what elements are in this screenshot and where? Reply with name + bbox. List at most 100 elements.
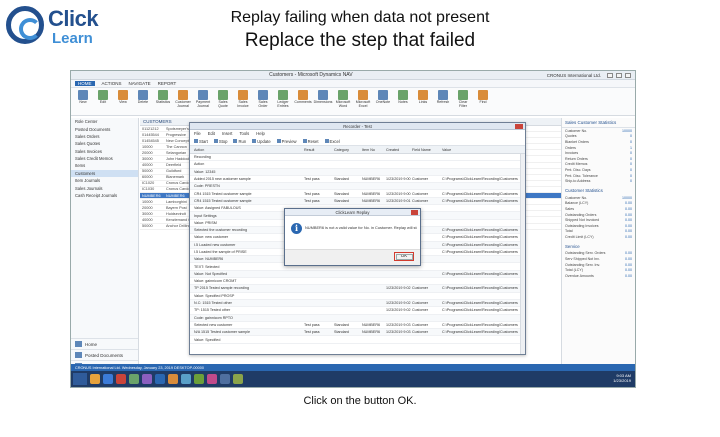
factbox-value[interactable]: 0: [630, 174, 632, 178]
factbox-value[interactable]: 0: [630, 140, 632, 144]
recorder-column-header-cell[interactable]: Category: [334, 148, 362, 152]
recorder-reset-button[interactable]: Reset: [303, 139, 319, 144]
powerpoint-icon[interactable]: [168, 374, 178, 384]
recorder-step-row[interactable]: Code: PRESTN: [190, 183, 525, 191]
ribbon-onenote-button[interactable]: OneNote: [375, 90, 391, 105]
factbox-row[interactable]: Outstanding Serv. Orders 0.00: [562, 251, 635, 257]
factbox-value[interactable]: 0.00: [625, 274, 632, 278]
factbox-row[interactable]: Serv Shipped Not Inv. 0.00: [562, 256, 635, 262]
factbox-value[interactable]: 0: [630, 157, 632, 161]
factbox-value[interactable]: 10000: [622, 196, 632, 200]
ribbon-sales-order-button[interactable]: Sales Order: [255, 90, 271, 108]
recorder-update-button[interactable]: Update: [252, 139, 271, 144]
recorder-menu-tools[interactable]: Tools: [239, 131, 249, 136]
excel-icon[interactable]: [129, 374, 139, 384]
recorder-close-icon[interactable]: [515, 124, 523, 129]
ribbon-customer-journal-button[interactable]: Customer Journal: [175, 90, 191, 108]
nav-item-sales-credit-memos[interactable]: Sales Credit Memos: [71, 155, 138, 162]
dialog-close-icon[interactable]: [411, 210, 418, 215]
factbox-row[interactable]: Shipped Not Invoiced 0.00: [562, 217, 635, 223]
menu-home[interactable]: HOME: [75, 81, 95, 86]
explorer-icon[interactable]: [90, 374, 100, 384]
factbox-value[interactable]: 0.00: [625, 235, 632, 239]
recorder-preview-button[interactable]: Preview: [277, 139, 297, 144]
factbox-value[interactable]: 0.00: [625, 213, 632, 217]
factbox-value[interactable]: 0.00: [625, 268, 632, 272]
nav-item-customers[interactable]: Customers: [71, 169, 138, 177]
recorder-column-header-cell[interactable]: Result: [304, 148, 334, 152]
factbox-value[interactable]: 0.00: [625, 218, 632, 222]
maximize-icon[interactable]: [616, 72, 622, 78]
recorder-column-header-cell[interactable]: Item No: [362, 148, 386, 152]
ribbon-comments-button[interactable]: Comments: [294, 90, 312, 105]
word-icon[interactable]: [155, 374, 165, 384]
recorder-start-button[interactable]: Start: [194, 139, 208, 144]
ribbon-dimensions-button[interactable]: Dimensions: [314, 90, 332, 105]
menu-actions[interactable]: ACTIONS: [102, 81, 122, 86]
factbox-value[interactable]: 0.00: [625, 257, 632, 261]
nav-client-icon[interactable]: [194, 374, 204, 384]
ribbon-refresh-button[interactable]: Refresh: [435, 90, 451, 105]
recorder-run-button[interactable]: Run: [233, 139, 246, 144]
recorder-step-row[interactable]: N/A 1515 Tested customer sample Test pass…: [190, 329, 525, 337]
recorder-step-row[interactable]: Value: Specified: [190, 336, 525, 344]
ribbon-find-button[interactable]: Find: [475, 90, 491, 105]
menu-navigate[interactable]: NAVIGATE: [129, 81, 151, 86]
nav-item-sales-journals[interactable]: Sales Journals: [71, 184, 138, 191]
factbox-value[interactable]: 0: [630, 179, 632, 183]
ok-button[interactable]: OK: [394, 252, 414, 261]
ribbon-edit-button[interactable]: Edit: [95, 90, 111, 105]
close-icon[interactable]: [625, 72, 631, 78]
recorder-step-row[interactable]: Code: gainnicom RPTO: [190, 314, 525, 322]
factbox-row[interactable]: Outstanding Invoices 0.00: [562, 223, 635, 229]
nav-bottom-posted-documents[interactable]: Posted Documents: [71, 349, 138, 360]
ribbon-statistics-button[interactable]: Statistics: [155, 90, 171, 105]
nav-item-item-journals[interactable]: Item Journals: [71, 177, 138, 184]
factbox-value[interactable]: 0.00: [625, 251, 632, 255]
nav-item-role-center[interactable]: Role Center: [71, 118, 138, 125]
ribbon-new-button[interactable]: New: [75, 90, 91, 105]
recorder-icon[interactable]: [207, 374, 217, 384]
ribbon-ledger-entries-button[interactable]: Ledger Entries: [275, 90, 291, 108]
recorder-menu-insert[interactable]: Insert: [222, 131, 232, 136]
ribbon-microsoft-word-button[interactable]: Microsoft Word: [335, 90, 351, 108]
recorder-column-header-cell[interactable]: Field Name: [412, 148, 442, 152]
recorder-step-row[interactable]: Value: gainnicom CROMT: [190, 278, 525, 286]
recorder-step-row[interactable]: CR4 1515 Tested customer sample Test pass…: [190, 197, 525, 206]
recorder-excel-button[interactable]: Excel: [325, 139, 340, 144]
app-icon[interactable]: [116, 374, 126, 384]
start-button-icon[interactable]: [73, 373, 87, 385]
tool-icon[interactable]: [233, 374, 243, 384]
factbox-value[interactable]: 0.00: [625, 224, 632, 228]
ribbon-sales-invoice-button[interactable]: Sales Invoice: [235, 90, 251, 108]
factbox-value[interactable]: 0.00: [625, 229, 632, 233]
browser-icon[interactable]: [103, 374, 113, 384]
factbox-row[interactable]: Outstanding Serv. Inv. 0.00: [562, 262, 635, 268]
ribbon-delete-button[interactable]: Delete: [135, 90, 151, 105]
recorder-column-header-cell[interactable]: Value: [442, 148, 525, 152]
nav-item-posted-documents[interactable]: Posted Documents: [71, 125, 138, 132]
factbox-row[interactable]: Overdue Amounts 0.00: [562, 273, 635, 279]
factbox-value[interactable]: 0.00: [625, 263, 632, 267]
factbox-row[interactable]: Ship-to Address 0: [562, 178, 635, 184]
nav-item-sales-quotes[interactable]: Sales Quotes: [71, 140, 138, 147]
factbox-value[interactable]: 0: [630, 134, 632, 138]
factbox-value[interactable]: 0: [630, 151, 632, 155]
recorder-column-header-cell[interactable]: Action: [194, 148, 304, 152]
nav-item-sales-invoices[interactable]: Sales Invoices: [71, 148, 138, 155]
recorder-menu-help[interactable]: Help: [256, 131, 265, 136]
recorder-stop-button[interactable]: Stop: [214, 139, 228, 144]
ribbon-clear-filter-button[interactable]: Clear Filter: [455, 90, 471, 108]
ribbon-payment-journal-button[interactable]: Payment Journal: [195, 90, 211, 108]
menu-report[interactable]: REPORT: [158, 81, 177, 86]
recorder-step-row[interactable]: Selected new customer Test pass Standard NU…: [190, 322, 525, 330]
nav-item-sales-orders[interactable]: Sales Orders: [71, 133, 138, 140]
nav-bottom-home[interactable]: Home: [71, 338, 138, 349]
factbox-value[interactable]: 1: [630, 146, 632, 150]
outlook-icon[interactable]: [181, 374, 191, 384]
factbox-row[interactable]: Credit Limit (LCY) 0.00: [562, 234, 635, 240]
recorder-step-row[interactable]: TP 2015 Tested sample recording 1/23/2019…: [190, 285, 525, 293]
ribbon-view-button[interactable]: View: [115, 90, 131, 105]
ribbon-microsoft-excel-button[interactable]: Microsoft Excel: [355, 90, 371, 108]
factbox-value[interactable]: 0: [630, 162, 632, 166]
